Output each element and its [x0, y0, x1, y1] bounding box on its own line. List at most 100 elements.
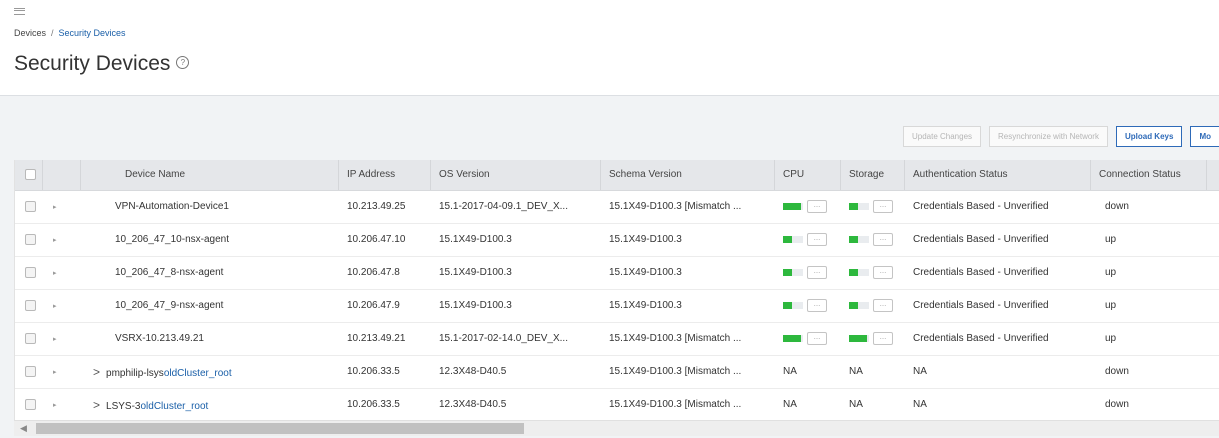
- chevron-right-icon[interactable]: >: [93, 398, 100, 412]
- breadcrumb-security-devices[interactable]: Security Devices: [59, 28, 126, 38]
- header-device-name[interactable]: Device Name: [81, 160, 339, 190]
- schema-version: 15.1X49-D100.3 [Mismatch ...: [609, 333, 742, 344]
- table-row[interactable]: ▸ VPN-Automation-Device1 10.213.49.25 15…: [15, 191, 1219, 224]
- cluster-root-link[interactable]: oldCluster_root: [140, 401, 208, 412]
- ip-address: 10.206.47.8: [347, 267, 400, 278]
- devices-table: Device Name IP Address OS Version Schema…: [14, 160, 1219, 422]
- upload-keys-button[interactable]: Upload Keys: [1115, 126, 1183, 147]
- ellipsis-icon[interactable]: …: [873, 331, 893, 345]
- table-row[interactable]: ▸ > LSYS-3oldCluster_root 10.206.33.5 12.…: [15, 389, 1219, 422]
- breadcrumb-separator: /: [51, 28, 54, 38]
- ellipsis-icon[interactable]: …: [807, 298, 827, 312]
- os-version: 12.3X48-D40.5: [439, 399, 507, 410]
- resynchronize-button[interactable]: Resynchronize with Network: [989, 126, 1108, 147]
- select-all-cell: [15, 160, 43, 190]
- schema-version: 15.1X49-D100.3: [609, 234, 682, 245]
- caret-right-icon[interactable]: ▸: [53, 270, 57, 277]
- ellipsis-icon[interactable]: …: [807, 232, 827, 246]
- row-checkbox[interactable]: [25, 233, 36, 245]
- device-name[interactable]: 10_206_47_8-nsx-agent: [81, 257, 339, 289]
- table-row[interactable]: ▸ > pmphilip-lsysoldCluster_root 10.206.3…: [15, 356, 1219, 389]
- table-row[interactable]: ▸ 10_206_47_8-nsx-agent 10.206.47.8 15.1…: [15, 257, 1219, 290]
- storage-usage: …: [841, 290, 905, 322]
- row-checkbox[interactable]: [25, 200, 36, 212]
- breadcrumb: Devices / Security Devices: [14, 28, 126, 38]
- storage-usage: NA: [849, 366, 863, 377]
- ellipsis-icon[interactable]: …: [873, 298, 893, 312]
- help-icon[interactable]: ?: [176, 55, 190, 69]
- ellipsis-icon[interactable]: …: [873, 232, 893, 246]
- cpu-usage: …: [775, 191, 841, 223]
- ellipsis-icon[interactable]: …: [807, 265, 827, 279]
- device-name[interactable]: 10_206_47_9-nsx-agent: [81, 290, 339, 322]
- row-checkbox[interactable]: [25, 365, 36, 377]
- cpu-bar: [783, 334, 803, 342]
- caret-right-icon[interactable]: ▸: [53, 336, 57, 343]
- device-name[interactable]: VSRX-10.213.49.21: [81, 323, 339, 355]
- update-changes-button[interactable]: Update Changes: [902, 126, 982, 147]
- header-connection-status[interactable]: Connection Status: [1091, 160, 1207, 190]
- scrollbar-thumb[interactable]: [36, 423, 524, 434]
- device-name[interactable]: 10_206_47_10-nsx-agent: [81, 224, 339, 256]
- cpu-usage: …: [775, 323, 841, 355]
- os-version: 15.1-2017-04-09.1_DEV_X...: [439, 201, 568, 212]
- table-header: Device Name IP Address OS Version Schema…: [15, 160, 1219, 191]
- select-all-checkbox[interactable]: [25, 168, 36, 180]
- connection-status: up: [1105, 267, 1117, 278]
- cpu-bar: [783, 235, 803, 243]
- authentication-status: Credentials Based - Unverified: [913, 234, 1049, 245]
- cpu-usage: …: [775, 224, 841, 256]
- storage-usage: …: [841, 191, 905, 223]
- hamburger-menu-icon[interactable]: [14, 8, 25, 15]
- storage-bar: [849, 301, 869, 309]
- ip-address: 10.213.49.25: [347, 201, 406, 212]
- device-name-prefix: LSYS-3: [106, 401, 141, 412]
- row-checkbox[interactable]: [25, 332, 36, 344]
- ellipsis-icon[interactable]: …: [873, 265, 893, 279]
- device-name-prefix: pmphilip-lsys: [106, 368, 164, 379]
- breadcrumb-devices[interactable]: Devices: [14, 28, 46, 38]
- caret-right-icon[interactable]: ▸: [53, 303, 57, 310]
- header-overflow: [1207, 160, 1219, 190]
- os-version: 15.1-2017-02-14.0_DEV_X...: [439, 333, 568, 344]
- os-version: 15.1X49-D100.3: [439, 267, 512, 278]
- ellipsis-icon[interactable]: …: [807, 199, 827, 213]
- caret-right-icon[interactable]: ▸: [53, 402, 57, 409]
- header-storage[interactable]: Storage: [841, 160, 905, 190]
- table-row[interactable]: ▸ VSRX-10.213.49.21 10.213.49.21 15.1-20…: [15, 323, 1219, 356]
- schema-version: 15.1X49-D100.3: [609, 267, 682, 278]
- row-checkbox[interactable]: [25, 299, 36, 311]
- device-name[interactable]: > LSYS-3oldCluster_root: [81, 389, 339, 421]
- cpu-bar: [783, 268, 803, 276]
- ip-address: 10.206.47.10: [347, 234, 406, 245]
- ip-address: 10.206.33.5: [347, 366, 400, 377]
- ip-address: 10.206.33.5: [347, 399, 400, 410]
- caret-right-icon[interactable]: ▸: [53, 204, 57, 211]
- storage-bar: [849, 202, 869, 210]
- scroll-left-icon[interactable]: ◀: [20, 423, 27, 434]
- header-os-version[interactable]: OS Version: [431, 160, 601, 190]
- header-cpu[interactable]: CPU: [775, 160, 841, 190]
- horizontal-scrollbar[interactable]: ◀: [14, 420, 1219, 436]
- ellipsis-icon[interactable]: …: [873, 199, 893, 213]
- header-authentication-status[interactable]: Authentication Status: [905, 160, 1091, 190]
- header-schema-version[interactable]: Schema Version: [601, 160, 775, 190]
- storage-usage: …: [841, 323, 905, 355]
- caret-right-icon[interactable]: ▸: [53, 237, 57, 244]
- ellipsis-icon[interactable]: …: [807, 331, 827, 345]
- table-row[interactable]: ▸ 10_206_47_10-nsx-agent 10.206.47.10 15…: [15, 224, 1219, 257]
- os-version: 15.1X49-D100.3: [439, 234, 512, 245]
- devices-panel: Update Changes Resynchronize with Networ…: [0, 95, 1219, 438]
- chevron-right-icon[interactable]: >: [93, 365, 100, 379]
- caret-right-icon[interactable]: ▸: [53, 369, 57, 376]
- more-button[interactable]: Mo: [1190, 126, 1219, 147]
- authentication-status: NA: [913, 399, 927, 410]
- device-name[interactable]: > pmphilip-lsysoldCluster_root: [81, 356, 339, 388]
- header-ip-address[interactable]: IP Address: [339, 160, 431, 190]
- device-name[interactable]: VPN-Automation-Device1: [81, 191, 339, 223]
- cluster-root-link[interactable]: oldCluster_root: [164, 368, 232, 379]
- table-row[interactable]: ▸ 10_206_47_9-nsx-agent 10.206.47.9 15.1…: [15, 290, 1219, 323]
- os-version: 15.1X49-D100.3: [439, 300, 512, 311]
- row-checkbox[interactable]: [25, 398, 36, 410]
- row-checkbox[interactable]: [25, 266, 36, 278]
